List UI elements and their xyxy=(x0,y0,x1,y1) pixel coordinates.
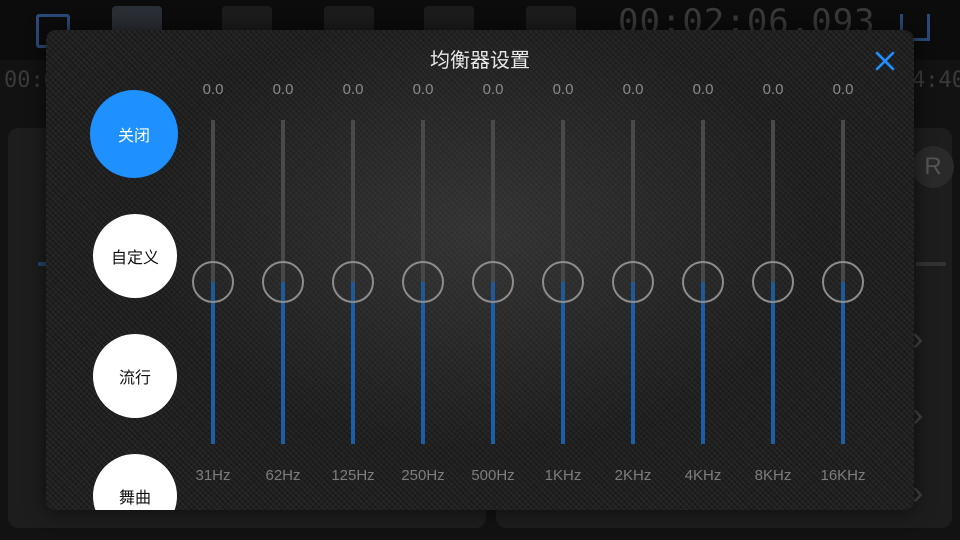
band-frequency-label: 1KHz xyxy=(544,467,582,484)
band-slider-knob[interactable] xyxy=(752,261,794,303)
band-slider-knob[interactable] xyxy=(682,261,724,303)
band-gain-value: 0.0 xyxy=(202,81,224,98)
chevron-right-icon: › xyxy=(912,474,924,512)
band-gain-value: 0.0 xyxy=(272,81,294,98)
preset-pop-button[interactable]: 流行 xyxy=(93,334,177,418)
band-frequency-label: 8KHz xyxy=(754,467,792,484)
eq-band: 0.0 62Hz xyxy=(248,30,318,510)
eq-band: 0.0 31Hz xyxy=(178,30,248,510)
band-frequency-label: 4KHz xyxy=(684,467,722,484)
band-slider-knob[interactable] xyxy=(612,261,654,303)
preset-dance-button[interactable]: 舞曲 xyxy=(93,454,177,510)
band-slider-fill xyxy=(561,282,565,444)
band-frequency-label: 16KHz xyxy=(820,467,866,484)
band-slider-fill xyxy=(351,282,355,444)
equalizer-dialog: 均衡器设置 关闭 自定义 流行 舞曲 0.0 31Hz 0.0 62Hz 0.0 125H… xyxy=(46,30,914,510)
band-slider-fill xyxy=(631,282,635,444)
preset-custom-button[interactable]: 自定义 xyxy=(93,214,177,298)
eq-band: 0.0 16KHz xyxy=(808,30,878,510)
band-slider-knob[interactable] xyxy=(542,261,584,303)
eq-band: 0.0 1KHz xyxy=(528,30,598,510)
chevron-right-icon: › xyxy=(912,396,924,434)
eq-band: 0.0 4KHz xyxy=(668,30,738,510)
preset-label: 流行 xyxy=(118,370,151,387)
band-gain-value: 0.0 xyxy=(832,81,854,98)
band-slider-knob[interactable] xyxy=(472,261,514,303)
band-frequency-label: 500Hz xyxy=(471,467,515,484)
band-slider-fill xyxy=(491,282,495,444)
band-frequency-label: 125Hz xyxy=(331,467,375,484)
eq-band: 0.0 8KHz xyxy=(738,30,808,510)
band-gain-value: 0.0 xyxy=(342,81,364,98)
band-gain-value: 0.0 xyxy=(412,81,434,98)
band-gain-value: 0.0 xyxy=(622,81,644,98)
band-slider-knob[interactable] xyxy=(192,261,234,303)
preset-label: 关闭 xyxy=(117,128,150,145)
background-slider xyxy=(916,262,946,266)
band-slider-fill xyxy=(421,282,425,444)
eq-band: 0.0 500Hz xyxy=(458,30,528,510)
band-slider-knob[interactable] xyxy=(262,261,304,303)
eq-band: 0.0 2KHz xyxy=(598,30,668,510)
right-channel-badge: R xyxy=(912,146,954,188)
preset-label: 自定义 xyxy=(110,250,159,267)
band-gain-value: 0.0 xyxy=(552,81,574,98)
band-gain-value: 0.0 xyxy=(692,81,714,98)
band-slider-fill xyxy=(211,282,215,444)
time-right: 4:40 xyxy=(912,68,960,93)
band-frequency-label: 31Hz xyxy=(195,467,231,484)
band-frequency-label: 250Hz xyxy=(401,467,445,484)
preset-off-button[interactable]: 关闭 xyxy=(90,90,178,178)
band-frequency-label: 2KHz xyxy=(614,467,652,484)
band-slider-knob[interactable] xyxy=(402,261,444,303)
band-slider-fill xyxy=(281,282,285,444)
band-gain-value: 0.0 xyxy=(482,81,504,98)
band-slider-fill xyxy=(841,282,845,444)
band-slider-fill xyxy=(771,282,775,444)
eq-band: 0.0 250Hz xyxy=(388,30,458,510)
preset-label: 舞曲 xyxy=(118,490,151,507)
band-slider-knob[interactable] xyxy=(822,261,864,303)
chevron-right-icon: › xyxy=(912,320,924,358)
eq-band: 0.0 125Hz xyxy=(318,30,388,510)
band-gain-value: 0.0 xyxy=(762,81,784,98)
band-frequency-label: 62Hz xyxy=(265,467,301,484)
band-slider-knob[interactable] xyxy=(332,261,374,303)
band-slider-fill xyxy=(701,282,705,444)
